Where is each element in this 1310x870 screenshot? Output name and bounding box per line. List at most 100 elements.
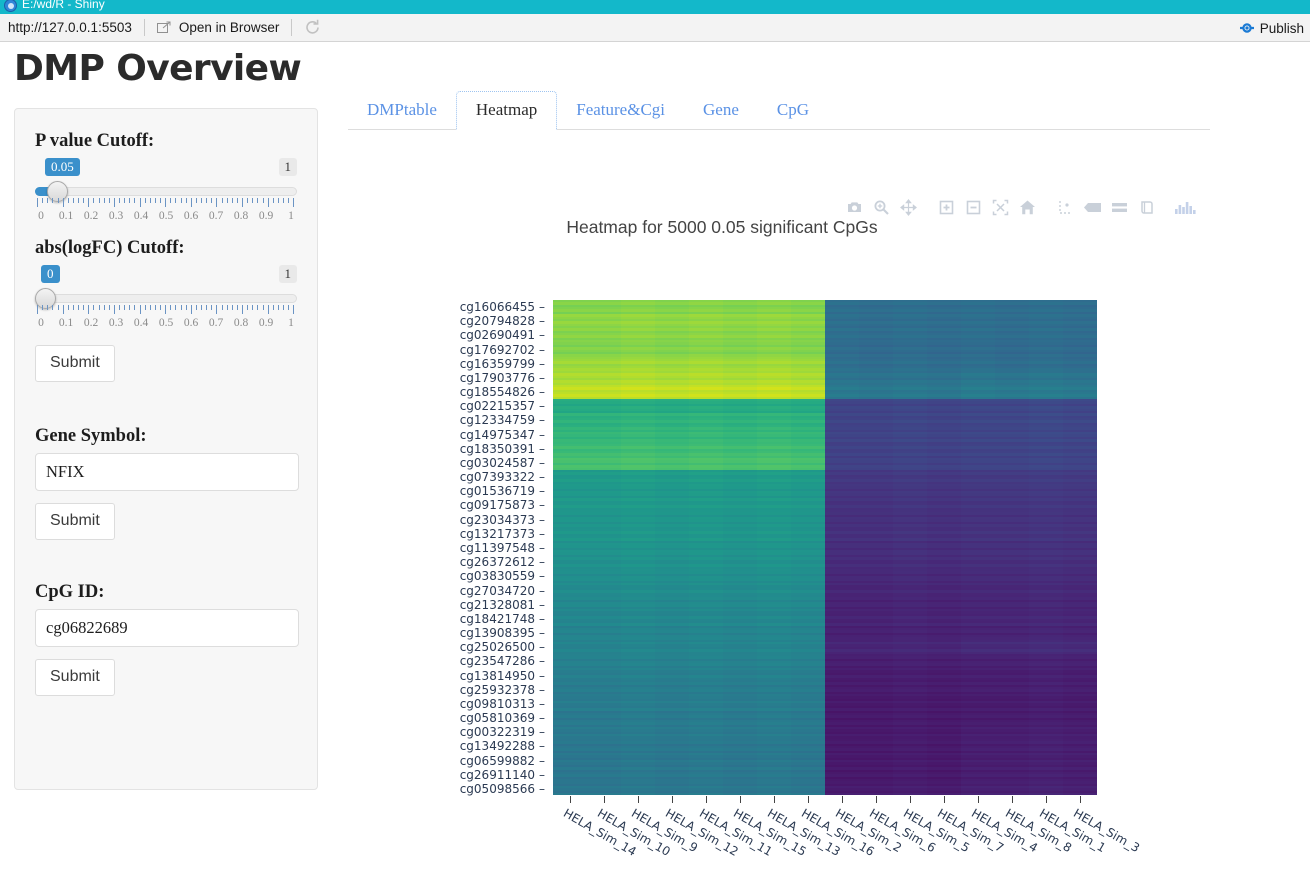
- x-axis-ticks: [553, 796, 1097, 804]
- tab-gene[interactable]: Gene: [684, 92, 758, 129]
- y-axis-label: cg07393322–: [459, 470, 545, 485]
- y-axis-label: cg12334759–: [459, 413, 545, 428]
- logfc-slider-tick-labels: 0 0.1 0.2 0.3 0.4 0.5 0.6 0.7 0.8 0.9 1: [31, 317, 301, 329]
- slider-tick: [293, 198, 295, 207]
- y-axis-label: cg13908395–: [459, 626, 545, 641]
- y-axis-label: cg21328081–: [459, 597, 545, 612]
- slider-tick: [267, 198, 269, 207]
- slider-tick: [93, 305, 95, 310]
- x-axis-labels: HELA_Sim_14 HELA_Sim_10 HELA_Sim_9 HELA_Sim…: [553, 806, 1142, 870]
- x-axis-tick: [757, 796, 791, 804]
- slider-tick: [139, 305, 141, 314]
- publish-button[interactable]: Publish: [1239, 14, 1304, 42]
- slider-tick: [226, 305, 228, 310]
- url-text[interactable]: http://127.0.0.1:5503: [8, 20, 132, 35]
- heatmap-canvas[interactable]: cg16066455– cg20794828– cg02690491– cg17692…: [460, 300, 1142, 859]
- slider-tick: [221, 198, 223, 203]
- gene-symbol-input[interactable]: [35, 453, 299, 491]
- slider-tick: [180, 198, 182, 203]
- y-axis-label: cg23034373–: [459, 512, 545, 527]
- slider-tick: [37, 305, 38, 314]
- submit-cpg-button[interactable]: Submit: [35, 659, 115, 696]
- y-axis-label: cg02690491–: [459, 328, 545, 343]
- x-axis-tick: [553, 796, 587, 804]
- slider-tick: [257, 305, 259, 310]
- y-axis-label: cg17692702–: [459, 342, 545, 357]
- shiny-app-icon: [4, 0, 17, 12]
- slider-tick: [154, 305, 156, 310]
- x-axis-tick: [655, 796, 689, 804]
- slider-tick-label: 0.1: [58, 210, 74, 222]
- slider-tick: [37, 198, 38, 207]
- publish-label: Publish: [1259, 20, 1304, 36]
- logfc-slider-max: 1: [278, 265, 297, 283]
- y-axis-label: cg14975347–: [459, 427, 545, 442]
- slider-tick: [206, 198, 208, 203]
- slider-tick-label: 1: [288, 210, 294, 222]
- page-title: DMP Overview: [14, 48, 302, 89]
- slider-tick: [62, 305, 64, 314]
- slider-tick: [288, 198, 290, 203]
- slider-tick-label: 0.5: [158, 317, 174, 329]
- tab-heatmap[interactable]: Heatmap: [455, 91, 558, 130]
- slider-tick-label: 0.6: [183, 317, 199, 329]
- slider-tick: [190, 305, 192, 314]
- slider-tick: [226, 198, 228, 203]
- slider-tick-label: 0.9: [258, 210, 274, 222]
- y-axis-label: cg26911140–: [459, 767, 545, 782]
- slider-tick: [242, 305, 243, 314]
- y-axis-label: cg18421748–: [459, 611, 545, 626]
- refresh-icon[interactable]: [304, 19, 321, 36]
- slider-tick: [78, 198, 79, 203]
- logfc-slider[interactable]: 0 1 0 0.1 0.2 0.3 0.4 0.5 0.6 0.7 0.8 0.9 1: [35, 265, 297, 339]
- tab-cpg[interactable]: CpG: [758, 92, 828, 129]
- heatmap-plot: Heatmap for 5000 0.05 significant CpGs c…: [348, 134, 1210, 864]
- divider: [291, 19, 293, 36]
- slider-tick: [236, 198, 238, 203]
- slider-tick: [165, 305, 167, 314]
- slider-tick: [47, 198, 49, 203]
- pvalue-slider-track[interactable]: [35, 187, 297, 196]
- x-axis-tick: [791, 796, 825, 804]
- submit-cutoff-button[interactable]: Submit: [35, 345, 115, 382]
- x-axis-tick: [689, 796, 723, 804]
- pvalue-slider[interactable]: 0.05 1 0 0.1 0.2 0.3 0.4 0.5 0.6 0.7 0.8 0.9 1: [35, 158, 297, 232]
- cpg-id-input[interactable]: [35, 609, 299, 647]
- slider-tick: [83, 305, 85, 310]
- slider-tick-label: 0.9: [258, 317, 274, 329]
- x-axis-tick: [893, 796, 927, 804]
- logfc-slider-ticks: [37, 305, 295, 314]
- y-axis-label: cg27034720–: [459, 583, 545, 598]
- slider-tick: [170, 305, 172, 310]
- slider-tick-label: 0.4: [133, 210, 149, 222]
- slider-tick-label: 0.4: [133, 317, 149, 329]
- y-axis-label: cg11397548–: [459, 541, 545, 555]
- tab-dmptable[interactable]: DMPtable: [348, 92, 456, 129]
- slider-tick: [160, 198, 161, 203]
- heatmap-grid: [553, 300, 1097, 796]
- slider-tick: [113, 198, 115, 207]
- slider-tick: [160, 305, 161, 310]
- slider-tick: [221, 305, 223, 310]
- logfc-slider-track[interactable]: [35, 294, 297, 303]
- pvalue-slider-value: 0.05: [45, 158, 80, 176]
- x-axis-tick: [961, 796, 995, 804]
- slider-tick: [247, 198, 249, 203]
- slider-tick: [139, 198, 141, 207]
- slider-tick: [93, 198, 95, 203]
- slider-tick: [201, 198, 202, 203]
- slider-tick: [129, 305, 131, 310]
- slider-tick-label: 1: [288, 317, 294, 329]
- slider-tick-label: 0.7: [208, 317, 224, 329]
- open-in-browser-button[interactable]: Open in Browser: [156, 20, 279, 35]
- slider-tick: [67, 198, 69, 203]
- slider-tick-label: 0.3: [108, 210, 124, 222]
- slider-tick: [195, 198, 197, 203]
- slider-tick: [47, 305, 49, 310]
- external-window-icon: [156, 21, 172, 34]
- y-axis-label: cg05098566–: [459, 781, 545, 796]
- y-axis-label: cg13814950–: [459, 668, 545, 683]
- submit-gene-button[interactable]: Submit: [35, 503, 115, 540]
- tab-feature-cgi[interactable]: Feature&Cgi: [557, 92, 684, 129]
- x-axis-tick: [723, 796, 757, 804]
